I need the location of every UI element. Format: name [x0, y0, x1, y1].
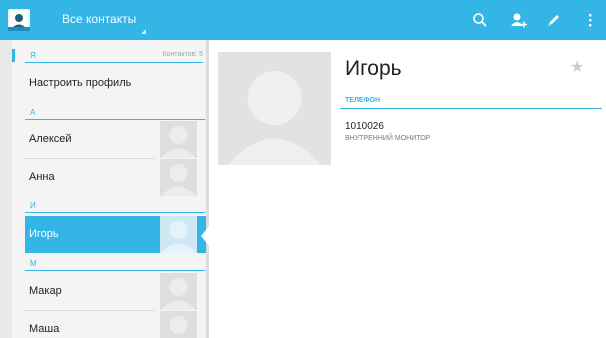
profile-section-header: Я Контактов: 5 [12, 48, 209, 62]
contacts-filter-spinner[interactable]: Все контакты [52, 0, 148, 40]
section-divider [25, 270, 205, 271]
section-letter: М [30, 259, 37, 268]
default-avatar-icon [161, 126, 196, 158]
pane-divider [206, 40, 209, 338]
default-avatar-icon [228, 71, 321, 165]
search-icon [473, 13, 487, 27]
contact-name: Макар [29, 285, 62, 297]
section-letter: А [30, 108, 36, 117]
default-avatar-icon [161, 221, 196, 253]
overflow-menu-button[interactable] [572, 0, 606, 40]
contact-name: Анна [29, 171, 55, 183]
contact-row-makar[interactable]: Макар [25, 273, 207, 311]
default-avatar-icon [161, 278, 196, 310]
contacts-app: Все контакты Я Контактов: 5 Настроить пр… [0, 0, 606, 338]
spinner-indicator [141, 29, 146, 34]
contact-avatar [160, 216, 197, 253]
section-letter: И [30, 201, 36, 210]
contact-row-masha[interactable]: Маша [25, 311, 207, 338]
contact-detail-name: Игорь [345, 57, 402, 80]
contact-row-anna[interactable]: Анна [25, 159, 207, 196]
contact-avatar [160, 159, 197, 196]
add-contact-icon [511, 13, 527, 28]
contact-avatar [160, 273, 197, 310]
phone-number[interactable]: 1010026 [345, 121, 384, 132]
phone-section-header: ТЕЛЕФОН [345, 97, 380, 104]
phone-type-label: ВНУТРЕННИЙ МОНИТОР [345, 135, 431, 142]
selection-pointer [201, 225, 210, 247]
favorite-star-icon[interactable]: ★ [570, 57, 584, 77]
overflow-menu-icon [589, 14, 592, 27]
contact-list[interactable]: Я Контактов: 5 Настроить профиль А Алекс… [0, 40, 209, 338]
contact-name: Алексей [29, 133, 72, 145]
contacts-count: Контактов: 5 [162, 51, 203, 58]
edit-icon [548, 15, 559, 26]
section-header-a: А [25, 106, 207, 120]
spinner-title: Все контакты [62, 12, 137, 26]
contact-name: Игорь [29, 228, 59, 240]
search-button[interactable] [462, 0, 498, 40]
section-divider [25, 119, 205, 120]
default-avatar-icon [161, 164, 196, 196]
action-bar: Все контакты [0, 0, 606, 40]
contact-row-igor[interactable]: Игорь [25, 216, 207, 253]
section-divider [25, 212, 205, 213]
phone-section-divider [340, 108, 602, 109]
contact-name: Маша [29, 323, 60, 335]
edit-button[interactable] [536, 0, 572, 40]
default-avatar-icon [169, 316, 188, 334]
add-contact-button[interactable] [500, 0, 536, 40]
contact-photo[interactable] [218, 52, 331, 165]
contact-avatar [160, 311, 197, 338]
contact-avatar [160, 121, 197, 158]
section-letter: Я [30, 51, 36, 60]
section-header-i: И [25, 199, 207, 213]
section-header-m: М [25, 257, 207, 271]
contacts-app-icon[interactable] [8, 9, 30, 31]
section-divider [25, 62, 203, 63]
contact-row-aleksey[interactable]: Алексей [25, 121, 207, 159]
setup-profile-item[interactable]: Настроить профиль [29, 77, 131, 89]
section-accent [12, 49, 15, 62]
